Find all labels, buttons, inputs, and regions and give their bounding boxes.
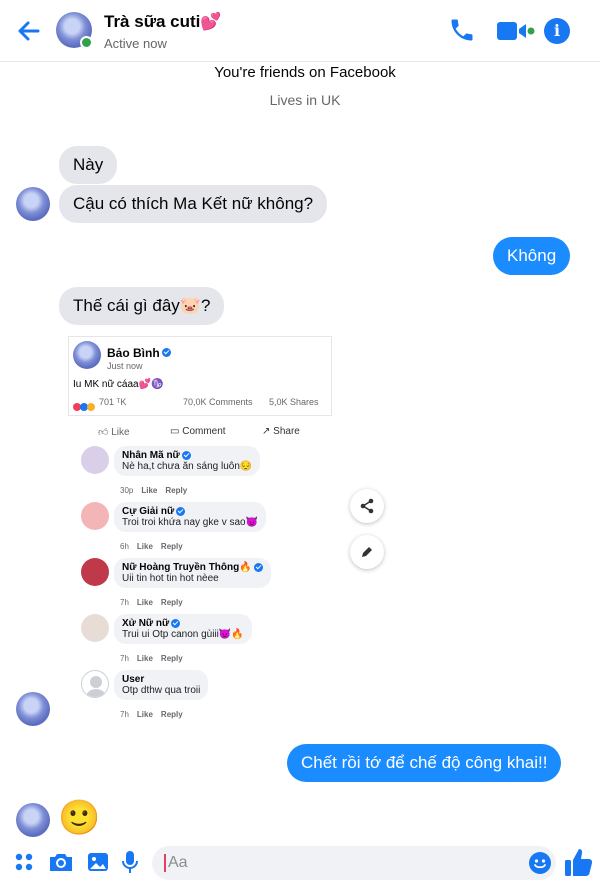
commenter-avatar: [81, 558, 109, 586]
comment-meta: 7h Like Reply: [120, 654, 183, 663]
commenter-avatar: [81, 446, 109, 474]
like-label: Like: [111, 427, 130, 438]
comment-label: Comment: [182, 426, 226, 437]
commenter-name: User: [122, 674, 145, 685]
input-placeholder: Aa: [168, 854, 188, 871]
share-arrow-icon: ↗: [262, 426, 271, 437]
comment-meta: 30p Like Reply: [120, 486, 187, 495]
post-text: Iu MK nữ cáaa💕♑: [73, 379, 164, 390]
comment-reply: Reply: [160, 542, 183, 551]
sender-avatar[interactable]: [16, 692, 50, 726]
comment-like: Like: [136, 654, 153, 663]
comment-bubble: User Otp dthw qua troii: [114, 670, 209, 700]
commenter-avatar: [81, 502, 109, 530]
smile-emoji-message[interactable]: 🙂: [58, 798, 100, 838]
comment-bubble: Cự Giải nữ Troi troi khứa nay gke v sao😈: [114, 502, 267, 532]
emoji-icon[interactable]: [528, 851, 552, 875]
comment-like: Like: [136, 598, 153, 607]
back-arrow-icon[interactable]: [14, 16, 44, 46]
commenter-avatar: [81, 614, 109, 642]
comment-bubble: Xử Nữ nữ Trui ui Otp canon gùiii😈🔥: [114, 614, 252, 644]
post-author-row: Bảo Bình: [107, 344, 171, 362]
microphone-icon[interactable]: [121, 849, 139, 875]
comment-time: 7h: [120, 710, 129, 719]
friends-info: You're friends on Facebook: [214, 64, 396, 81]
comment-time: 7h: [120, 654, 129, 663]
verified-badge-icon: [161, 348, 171, 358]
comment-icon: ▭: [170, 426, 180, 437]
post-comments-count: 70,0K Comments: [183, 397, 253, 407]
post-comment-action: ▭ Comment: [170, 426, 226, 437]
sender-avatar[interactable]: [16, 187, 50, 221]
post-time: Just now: [107, 361, 143, 371]
comment-reply: Reply: [160, 710, 183, 719]
shared-post-card[interactable]: Bảo Bình Just now Iu MK nữ cáaa💕♑ 701 ᵀK…: [68, 336, 332, 416]
post-reaction-count: 701 ᵀK: [99, 397, 127, 407]
comment-meta: 7h Like Reply: [120, 598, 183, 607]
message-bubble-incoming[interactable]: Thế cái gì đây🐷?: [59, 287, 225, 325]
verified-badge-icon: [171, 618, 181, 628]
post-share-action: ↗ Share: [262, 426, 300, 437]
video-call-icon[interactable]: [496, 19, 536, 43]
like-icon: 👍︎: [98, 427, 109, 438]
post-author-avatar: [73, 341, 101, 369]
comment-like: Like: [136, 542, 153, 551]
message-input[interactable]: Aa: [152, 846, 556, 880]
chat-header: Trà sữa cuti💕 Active now i: [0, 0, 600, 62]
comment-text: Otp dthw qua troii: [122, 685, 201, 696]
info-icon[interactable]: i: [544, 18, 570, 44]
comment-reply: Reply: [160, 654, 183, 663]
verified-badge-icon: [181, 450, 191, 460]
message-bubble-outgoing[interactable]: Chết rồi tớ để chế độ công khai!!: [287, 744, 562, 782]
comment-like: Like: [136, 710, 153, 719]
comment-meta: 6h Like Reply: [120, 542, 183, 551]
location-info: Lives in UK: [269, 92, 341, 108]
comment-text: Troi troi khứa nay gke v sao😈: [122, 517, 259, 528]
text-cursor: [164, 854, 166, 872]
comment-time: 6h: [120, 542, 129, 551]
message-bubble-incoming[interactable]: Cậu có thích Ma Kết nữ không?: [59, 185, 328, 223]
active-status: Active now: [104, 36, 167, 51]
comment-like: Like: [141, 486, 158, 495]
comment-text: Nè ha,t chưa ăn sáng luôn😔: [122, 461, 253, 472]
thumbs-up-send-icon[interactable]: [564, 846, 594, 878]
edit-message-button[interactable]: [350, 535, 384, 569]
comment-reply: Reply: [165, 486, 188, 495]
pencil-icon: [362, 547, 372, 557]
commenter-avatar-default: [81, 670, 109, 698]
apps-grid-icon[interactable]: [14, 852, 34, 872]
camera-icon[interactable]: [48, 850, 74, 874]
comment-meta: 7h Like Reply: [120, 710, 183, 719]
message-bubble-outgoing[interactable]: Không: [493, 237, 571, 275]
post-like-action: 👍︎ Like: [98, 426, 130, 438]
commenter-name: Xử Nữ nữ: [122, 618, 170, 629]
commenter-name: Nữ Hoàng Truyền Thông🔥: [122, 562, 252, 573]
comment-time: 7h: [120, 598, 129, 607]
reaction-icons: [73, 398, 97, 411]
share-message-button[interactable]: [350, 489, 384, 523]
online-dot: [80, 36, 93, 49]
phone-call-icon[interactable]: [448, 16, 476, 44]
sender-avatar[interactable]: [16, 803, 50, 837]
comment-text: Trui ui Otp canon gùiii😈🔥: [122, 629, 244, 640]
share-label: Share: [273, 426, 300, 437]
share-icon: [360, 498, 374, 514]
verified-badge-icon: [253, 562, 263, 572]
message-bubble-incoming[interactable]: Này: [59, 146, 118, 184]
gallery-icon[interactable]: [86, 850, 110, 874]
comment-time: 30p: [120, 486, 134, 495]
contact-name[interactable]: Trà sữa cuti💕: [104, 12, 222, 32]
message-composer: Aa: [0, 838, 600, 886]
comment-bubble: Nữ Hoàng Truyền Thông🔥 Uii tin hot tin h…: [114, 558, 271, 588]
verified-badge-icon: [176, 506, 186, 516]
post-author-name: Bảo Bình: [107, 346, 160, 360]
comment-reply: Reply: [160, 598, 183, 607]
commenter-name: Nhân Mã nữ: [122, 450, 180, 461]
comment-text: Uii tin hot tin hot nèee: [122, 573, 219, 584]
post-shares-count: 5,0K Shares: [269, 397, 319, 407]
comment-bubble: Nhân Mã nữ Nè ha,t chưa ăn sáng luôn😔: [114, 446, 261, 476]
commenter-name: Cự Giải nữ: [122, 506, 175, 517]
